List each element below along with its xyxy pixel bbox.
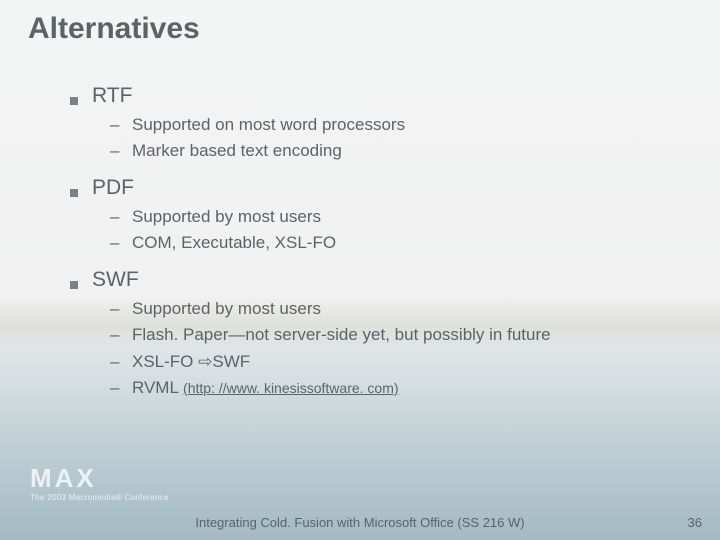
dash-icon: – <box>110 207 122 227</box>
square-bullet-icon <box>70 97 78 105</box>
brand-sub: The 2003 Macromedia® Conference <box>30 493 169 502</box>
sub-list: – Supported by most users – COM, Executa… <box>110 206 680 254</box>
slide-title: Alternatives <box>28 12 200 46</box>
brand-top: MAX <box>30 465 169 491</box>
dash-icon: – <box>110 299 122 319</box>
sub-post: SWF <box>212 352 250 371</box>
page-number: 36 <box>688 515 702 530</box>
bullet-label: SWF <box>92 268 139 292</box>
sub-item: – RVML (http: //www. kinesissoftware. co… <box>110 377 680 399</box>
sub-item: – Supported on most word processors <box>110 114 680 136</box>
bullet-head: RTF <box>70 84 680 108</box>
sub-list: – Supported on most word processors – Ma… <box>110 114 680 162</box>
bullet-rtf: RTF – Supported on most word processors … <box>70 84 680 162</box>
bullet-label: RTF <box>92 84 132 108</box>
sub-item: – Supported by most users <box>110 298 680 320</box>
sub-text: RVML (http: //www. kinesissoftware. com) <box>132 377 399 399</box>
bullet-pdf: PDF – Supported by most users – COM, Exe… <box>70 176 680 254</box>
dash-icon: – <box>110 141 122 161</box>
footer-title: Integrating Cold. Fusion with Microsoft … <box>0 515 720 530</box>
bullet-swf: SWF – Supported by most users – Flash. P… <box>70 268 680 398</box>
slide: Alternatives RTF – Supported on most wor… <box>0 0 720 540</box>
dash-icon: – <box>110 115 122 135</box>
content-body: RTF – Supported on most word processors … <box>70 84 680 413</box>
sub-pre: RVML <box>132 378 183 397</box>
sub-text: XSL-FO ⇨SWF <box>132 351 250 373</box>
square-bullet-icon <box>70 281 78 289</box>
brand-logo: MAX The 2003 Macromedia® Conference <box>30 465 169 502</box>
bullet-head: PDF <box>70 176 680 200</box>
sub-pre: XSL-FO <box>132 352 198 371</box>
arrow-right-icon: ⇨ <box>198 352 212 371</box>
sub-text: COM, Executable, XSL-FO <box>132 232 336 254</box>
sub-text: Marker based text encoding <box>132 140 342 162</box>
sub-text: Flash. Paper—not server-side yet, but po… <box>132 324 551 346</box>
dash-icon: – <box>110 325 122 345</box>
square-bullet-icon <box>70 189 78 197</box>
sub-text: Supported by most users <box>132 298 321 320</box>
bullet-head: SWF <box>70 268 680 292</box>
sub-text: Supported on most word processors <box>132 114 405 136</box>
sub-item: – Supported by most users <box>110 206 680 228</box>
bullet-label: PDF <box>92 176 134 200</box>
sub-item: – Marker based text encoding <box>110 140 680 162</box>
sub-text: Supported by most users <box>132 206 321 228</box>
sub-item: – COM, Executable, XSL-FO <box>110 232 680 254</box>
sub-item: – Flash. Paper—not server-side yet, but … <box>110 324 680 346</box>
sub-item: – XSL-FO ⇨SWF <box>110 351 680 373</box>
rvml-link[interactable]: (http: //www. kinesissoftware. com) <box>183 380 399 396</box>
dash-icon: – <box>110 352 122 372</box>
sub-list: – Supported by most users – Flash. Paper… <box>110 298 680 398</box>
dash-icon: – <box>110 378 122 398</box>
dash-icon: – <box>110 233 122 253</box>
